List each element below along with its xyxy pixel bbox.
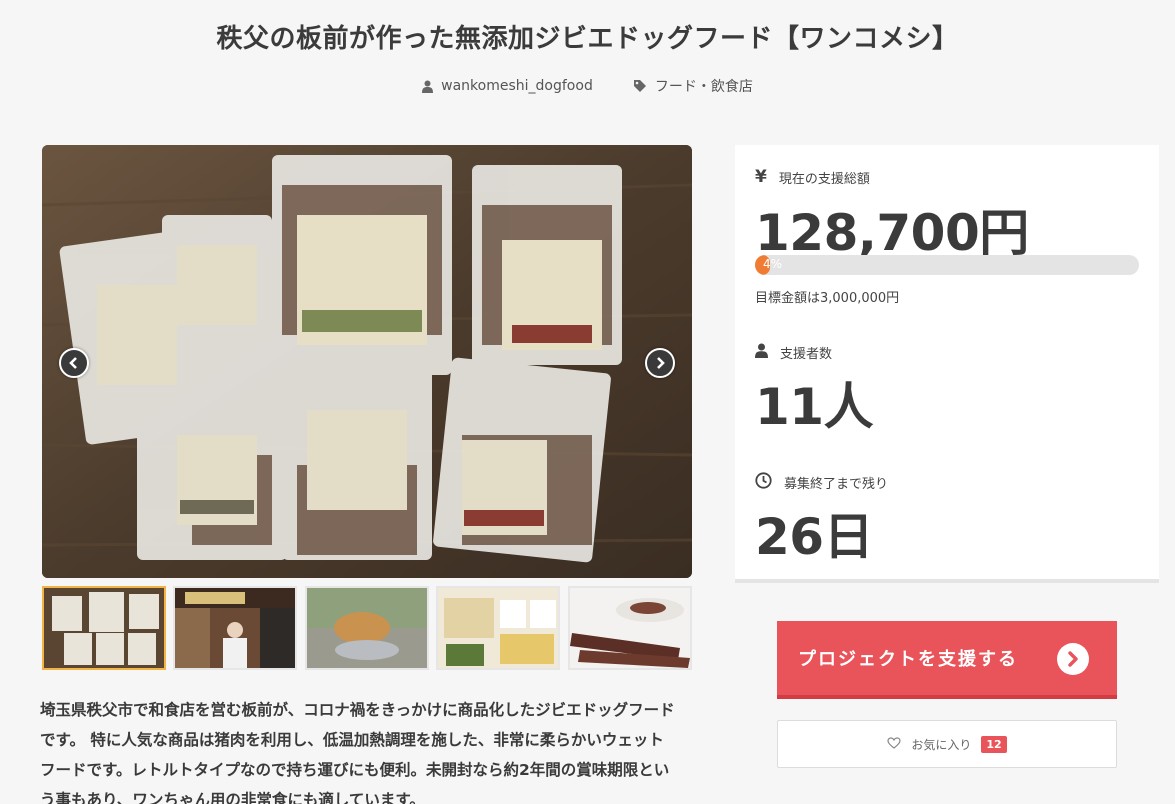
funding-stats-card: ¥ 現在の支援総額 128,700円 4% 目標金額は3,000,000円 支援… [735, 145, 1159, 583]
description-line: う事もあり、ワンちゃん用の非常食にも適しています。 [40, 791, 425, 804]
thumbnail-chef-storefront-image [175, 588, 295, 668]
goal-amount: 目標金額は3,000,000円 [755, 291, 900, 306]
main-product-image[interactable] [42, 145, 692, 578]
thumbnail-2[interactable] [173, 586, 297, 670]
user-icon [422, 80, 434, 93]
thumbnail-products-image [44, 588, 164, 668]
chevron-left-icon [69, 357, 77, 369]
yen-icon: ¥ [755, 167, 767, 187]
backers-label: 支援者数 [780, 347, 833, 362]
thumbnail-jerky-image [570, 588, 690, 668]
favorite-button[interactable]: お気に入り 12 [777, 720, 1117, 768]
remaining-label-row: 募集終了まで残り [755, 472, 888, 493]
author-name: wankomeshi_dogfood [441, 78, 593, 94]
category-name: フード・飲食店 [654, 79, 753, 95]
category-link[interactable]: フード・飲食店 [633, 76, 753, 96]
favorite-label: お気に入り [911, 737, 972, 752]
chevron-right-icon [657, 357, 665, 369]
backers-count: 11人 [755, 378, 874, 436]
support-project-button[interactable]: プロジェクトを支援する [777, 621, 1117, 699]
backers-label-row: 支援者数 [755, 343, 832, 362]
remaining-days: 26日 [755, 508, 874, 566]
progress-percent: 4% [763, 257, 783, 271]
project-meta: wankomeshi_dogfood フード・飲食店 [0, 76, 1175, 96]
description-line: 埼玉県秩父市で和食店を営む板前が、コロナ禍をきっかけに商品化したジビエドッグフー… [40, 701, 675, 719]
next-image-button[interactable] [645, 348, 675, 378]
thumbnail-dog-eating-image [307, 588, 427, 668]
chevron-right-circle-icon [1057, 643, 1089, 675]
project-page: 秩父の板前が作った無添加ジビエドッグフード【ワンコメシ】 wankomeshi_… [0, 0, 1175, 804]
total-label: 現在の支援総額 [778, 171, 870, 187]
product-photo [42, 145, 692, 578]
clock-icon [755, 472, 772, 493]
remaining-label: 募集終了まで残り [784, 477, 889, 492]
favorite-count-badge: 12 [981, 735, 1007, 753]
thumbnail-product-card-image [438, 588, 558, 668]
description-line: です。 特に人気な商品は猪肉を利用し、低温加熱調理を施した、非常に柔らかいウェッ… [40, 731, 664, 749]
thumbnail-5[interactable] [568, 586, 692, 670]
prev-image-button[interactable] [59, 348, 89, 378]
progress-bar: 4% [755, 255, 1139, 275]
thumbnail-1[interactable] [42, 586, 166, 670]
project-title: 秩父の板前が作った無添加ジビエドッグフード【ワンコメシ】 [216, 24, 959, 54]
tag-icon [633, 79, 647, 93]
thumbnail-3[interactable] [305, 586, 429, 670]
user-icon [755, 343, 768, 362]
heart-icon [887, 736, 901, 752]
thumbnail-4[interactable] [436, 586, 560, 670]
total-label-row: ¥ 現在の支援総額 [755, 167, 870, 187]
author-link[interactable]: wankomeshi_dogfood [422, 76, 593, 96]
project-description: 埼玉県秩父市で和食店を営む板前が、コロナ禍をきっかけに商品化したジビエドッグフー… [40, 695, 700, 804]
support-button-label: プロジェクトを支援する [798, 649, 1018, 670]
description-line: フードです。レトルトタイプなので持ち運びにも便利。未開封なら約2年間の賞味期限と… [40, 761, 670, 779]
thumbnail-strip [42, 586, 692, 670]
